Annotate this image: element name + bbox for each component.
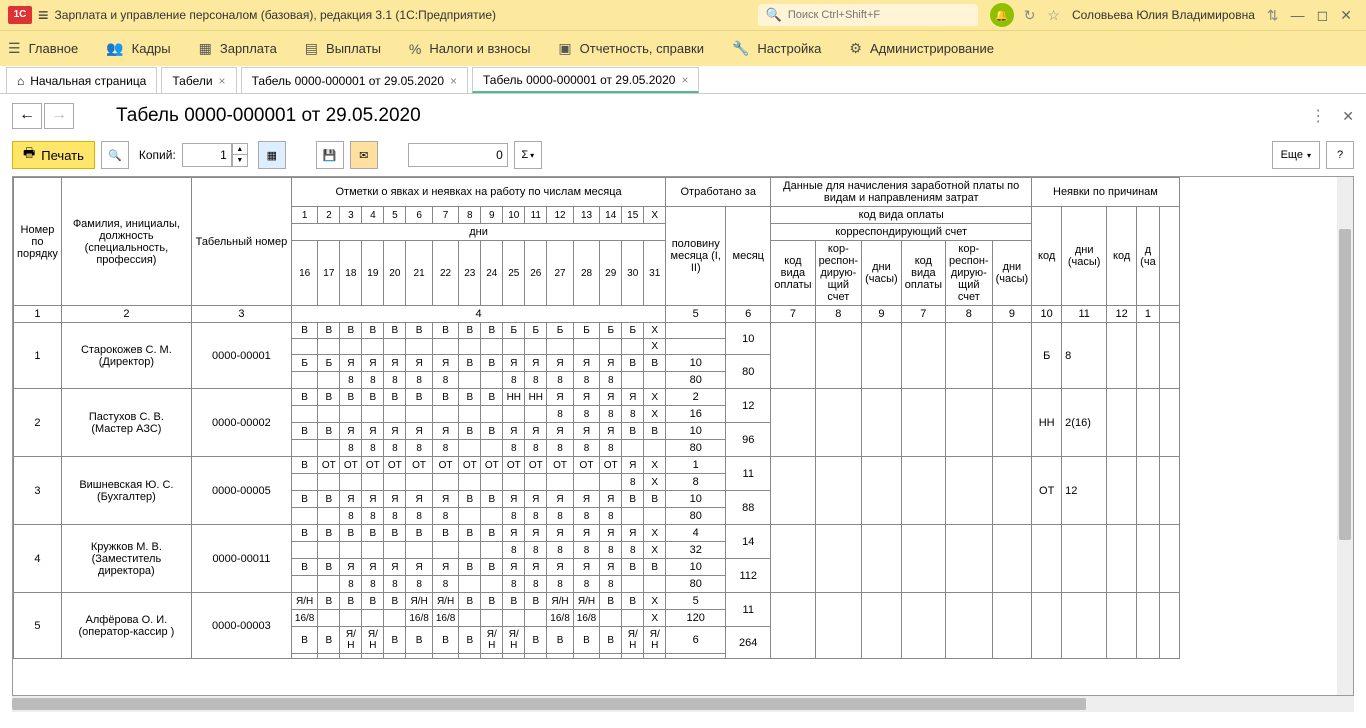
hscroll-thumb[interactable]	[12, 698, 1086, 710]
menu-item[interactable]: ⚙ Администрирование	[849, 40, 994, 57]
menu-icon: ▦	[199, 40, 212, 57]
global-search[interactable]: 🔍	[758, 4, 978, 26]
page-close-button[interactable]: ✕	[1342, 108, 1354, 125]
menu-icon: ▣	[558, 40, 571, 57]
table-row: 4 Кружков М. В. (Заместитель директора) …	[14, 525, 1180, 542]
menu-icon: ☰	[8, 40, 21, 57]
nav-forward-button[interactable]: →	[44, 103, 74, 129]
menu-item[interactable]: ▣ Отчетность, справки	[558, 40, 704, 57]
tab-label: Табель 0000-000001 от 29.05.2020	[483, 73, 675, 87]
menu-item[interactable]: ▦ Зарплата	[199, 40, 277, 57]
print-icon: 🖶	[23, 144, 35, 166]
menu-item[interactable]: % Налоги и взносы	[409, 41, 531, 57]
table-viewport[interactable]: Номер по порядку Фамилия, инициалы, долж…	[12, 176, 1354, 696]
filter-icon[interactable]: ⇅	[1267, 7, 1279, 24]
menu-item[interactable]: 🔧 Настройка	[732, 40, 821, 57]
table-row: 2 Пастухов С. В. (Мастер АЗС) 0000-00002…	[14, 389, 1180, 406]
menu-label: Зарплата	[220, 41, 277, 56]
menu-label: Налоги и взносы	[429, 41, 530, 56]
more-actions-icon[interactable]: ⋮	[1310, 106, 1326, 126]
nav-back-button[interactable]: ←	[12, 103, 42, 129]
tab-close-icon[interactable]: ×	[219, 74, 226, 88]
app-logo: 1C	[8, 6, 32, 24]
tab-icon: ⌂	[17, 74, 24, 88]
menu-label: Отчетность, справки	[580, 41, 704, 56]
maximize-button[interactable]: ◻	[1317, 7, 1329, 24]
table-row: 3 Вишневская Ю. С. (Бухгалтер) 0000-0000…	[14, 457, 1180, 474]
menu-label: Главное	[29, 41, 79, 56]
main-menu-icon[interactable]: ≡	[38, 5, 49, 26]
sigma-icon: Σ	[521, 149, 528, 161]
close-button[interactable]: ✕	[1340, 7, 1352, 24]
menu-icon: %	[409, 41, 421, 57]
page-title: Табель 0000-000001 от 29.05.2020	[116, 105, 421, 127]
help-button[interactable]: ?	[1326, 141, 1354, 169]
titlebar: 1C ≡ Зарплата и управление персоналом (б…	[0, 0, 1366, 30]
tab-label: Табели	[172, 74, 212, 88]
vscroll-thumb[interactable]	[1339, 229, 1351, 540]
more-label: Еще	[1281, 149, 1303, 161]
menu-icon: ⚙	[849, 40, 862, 57]
menu-item[interactable]: ▤ Выплаты	[305, 40, 381, 57]
print-button[interactable]: 🖶 Печать	[12, 141, 95, 169]
search-icon: 🔍	[766, 7, 782, 23]
table-row: 5 Алфёрова О. И. (оператор-кассир ) 0000…	[14, 593, 1180, 610]
tab-label: Табель 0000-000001 от 29.05.2020	[252, 74, 444, 88]
vertical-scrollbar[interactable]	[1337, 177, 1353, 695]
search-input[interactable]	[786, 8, 966, 22]
menu-label: Выплаты	[326, 41, 381, 56]
app-title: Зарплата и управление персоналом (базова…	[55, 8, 497, 22]
menu-label: Администрирование	[870, 41, 994, 56]
menu-label: Настройка	[757, 41, 821, 56]
menu-icon: 👥	[106, 40, 123, 57]
copies-input[interactable]	[182, 143, 232, 167]
minimize-button[interactable]: —	[1291, 7, 1305, 23]
main-menu: ☰ Главное 👥 Кадры ▦ Зарплата ▤ Выплаты% Налоги и…	[0, 30, 1366, 66]
table-row: 1 Старокожев С. М. (Директор) 0000-00001…	[14, 323, 1180, 339]
tab[interactable]: ⌂ Начальная страница	[6, 67, 157, 93]
menu-label: Кадры	[132, 41, 171, 56]
print-label: Печать	[41, 148, 84, 163]
preview-button[interactable]: 🔍	[101, 141, 129, 169]
tab[interactable]: Табель 0000-000001 от 29.05.2020 ×	[472, 67, 699, 93]
menu-item[interactable]: ☰ Главное	[8, 40, 78, 57]
tab[interactable]: Табели ×	[161, 67, 236, 93]
username-label: Соловьева Юлия Владимировна	[1072, 8, 1255, 22]
tab-bar: ⌂Начальная страницаТабели×Табель 0000-00…	[0, 66, 1366, 94]
page-header: ← → Табель 0000-000001 от 29.05.2020 ⋮ ✕	[0, 94, 1366, 138]
tab-label: Начальная страница	[30, 74, 146, 88]
tab-close-icon[interactable]: ×	[450, 74, 457, 88]
copies-label: Копий:	[139, 148, 176, 162]
sum-button[interactable]: Σ▾	[514, 141, 542, 169]
history-icon[interactable]: ↻	[1024, 7, 1036, 24]
more-button[interactable]: Еще▾	[1272, 141, 1320, 169]
menu-item[interactable]: 👥 Кадры	[106, 40, 170, 57]
notifications-button[interactable]: 🔔	[990, 3, 1014, 27]
menu-icon: ▤	[305, 40, 318, 57]
timesheet-table: Номер по порядку Фамилия, инициалы, долж…	[13, 177, 1180, 659]
page-number-input[interactable]	[408, 143, 508, 167]
favorite-icon[interactable]: ☆	[1047, 7, 1060, 24]
tab-close-icon[interactable]: ×	[681, 73, 688, 87]
horizontal-scrollbar[interactable]	[12, 696, 1354, 712]
copies-spinner[interactable]: ▲▼	[232, 143, 248, 167]
tab[interactable]: Табель 0000-000001 от 29.05.2020 ×	[241, 67, 468, 93]
menu-icon: 🔧	[732, 40, 749, 57]
save-button[interactable]: 💾	[316, 141, 344, 169]
email-button[interactable]: ✉	[350, 141, 378, 169]
zoom-button[interactable]: ▦	[258, 141, 286, 169]
toolbar: 🖶 Печать 🔍 Копий: ▲▼ ▦ 💾 ✉ Σ▾ Еще▾ ?	[0, 138, 1366, 172]
